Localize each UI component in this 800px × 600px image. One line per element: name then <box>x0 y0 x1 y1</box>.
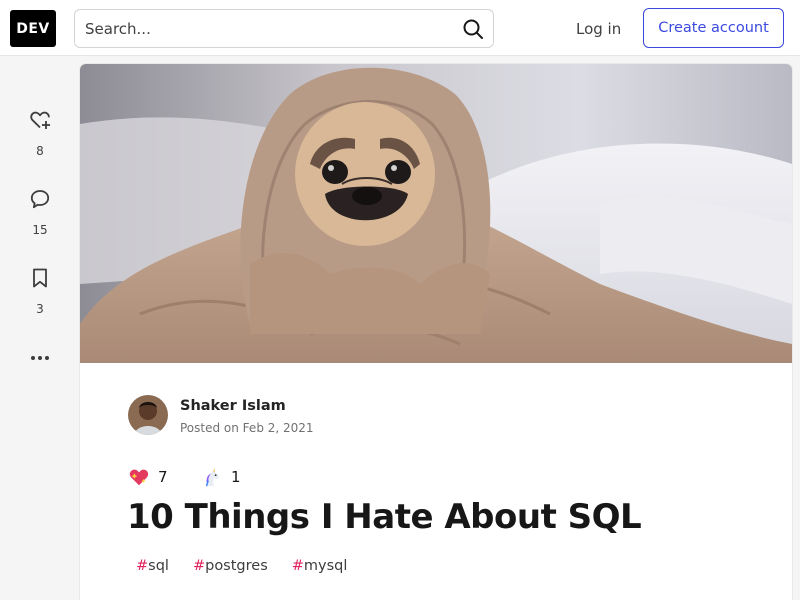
reaction-count: 1 <box>231 468 241 486</box>
reaction-count: 7 <box>158 468 168 486</box>
tag-list: #sql #postgres #mysql <box>128 556 363 576</box>
tag-hash: # <box>136 558 149 574</box>
create-account-button[interactable]: Create account <box>643 8 784 48</box>
tag-postgres[interactable]: #postgres <box>185 556 276 576</box>
more-dots-icon <box>31 356 49 360</box>
tag-label: postgres <box>205 558 268 574</box>
cover-image <box>80 64 792 363</box>
article-card: Shaker Islam Posted on Feb 2, 2021 7 1 1… <box>80 64 792 600</box>
more-options-button[interactable] <box>20 346 60 416</box>
search-button[interactable] <box>457 13 489 45</box>
unicorn-icon <box>205 467 219 487</box>
top-navigation-bar: DEV Log in Create account <box>0 0 800 56</box>
reactions-count: 8 <box>36 144 44 158</box>
bookmark-icon <box>33 268 47 288</box>
save-button[interactable]: 3 <box>20 266 60 336</box>
comment-icon <box>30 190 50 209</box>
login-link[interactable]: Log in <box>562 9 635 48</box>
dev-logo[interactable]: DEV <box>10 10 56 47</box>
posted-date: Posted on Feb 2, 2021 <box>180 421 314 435</box>
author-photo <box>128 395 168 435</box>
tag-hash: # <box>291 558 304 574</box>
tag-hash: # <box>192 558 206 574</box>
author-name[interactable]: Shaker Islam <box>180 398 286 414</box>
tag-mysql[interactable]: #mysql <box>284 556 356 576</box>
comments-count: 15 <box>32 223 48 237</box>
heart-plus-icon <box>30 111 50 129</box>
reaction-sparkle-heart: 7 <box>128 464 168 490</box>
sparkle-heart-icon <box>129 469 149 486</box>
search-input[interactable] <box>75 10 455 47</box>
author-avatar[interactable] <box>128 395 168 435</box>
tag-sql[interactable]: #sql <box>128 556 177 576</box>
react-button[interactable]: 8 <box>20 108 60 178</box>
tag-label: sql <box>148 558 169 574</box>
saves-count: 3 <box>36 302 44 316</box>
comments-button[interactable]: 15 <box>20 187 60 257</box>
search-box <box>74 9 494 48</box>
reaction-unicorn: 1 <box>201 464 241 490</box>
tag-label: mysql <box>303 558 348 574</box>
article-title: 10 Things I Hate About SQL <box>127 497 642 537</box>
search-icon <box>463 19 483 39</box>
